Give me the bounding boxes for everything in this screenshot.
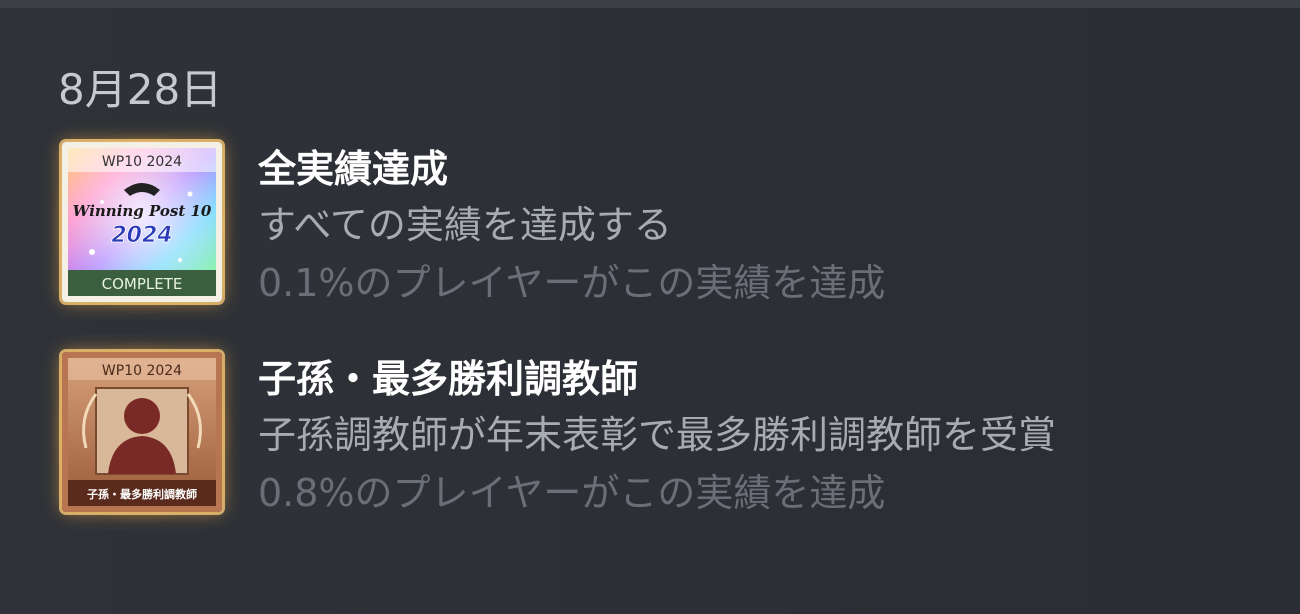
badge-year-text: 2024 bbox=[111, 223, 172, 248]
achievement-unlock-rate: 0.1%のプレイヤーがこの実績を達成 bbox=[258, 261, 886, 305]
achievement-description: 子孫調教師が年末表彰で最多勝利調教師を受賞 bbox=[258, 413, 1057, 457]
badge-logo-text: Winning Post 10 bbox=[73, 202, 212, 220]
achievement-unlock-rate: 0.8%のプレイヤーがこの実績を達成 bbox=[258, 471, 886, 515]
badge-top-text: WP10 2024 bbox=[102, 363, 182, 379]
complete-badge-icon: WP10 2024 Winning Post 10 2024 COMPLETE bbox=[62, 142, 222, 302]
badge-bottom-text: COMPLETE bbox=[102, 275, 183, 293]
achievement-panel: 8月28日 WP10 2024 Winning Post 10 2024 COM… bbox=[0, 8, 1300, 614]
badge-top-text: WP10 2024 bbox=[102, 154, 182, 170]
trainer-award-badge-icon: WP10 2024 子孫・最多勝利調教師 bbox=[62, 352, 222, 512]
achievement-description: すべての実績を達成する bbox=[258, 203, 672, 247]
achievement-title: 子孫・最多勝利調教師 bbox=[258, 357, 639, 401]
achievement-row[interactable]: WP10 2024 Winning Post 10 2024 COMPLETE … bbox=[52, 132, 1258, 314]
unlock-date-heading: 8月28日 bbox=[58, 65, 223, 114]
achievement-title: 全実績達成 bbox=[258, 147, 449, 191]
achievement-icon-frame: WP10 2024 Winning Post 10 2024 COMPLETE bbox=[52, 132, 232, 314]
top-bar bbox=[0, 0, 1300, 8]
achievement-row[interactable]: WP10 2024 子孫・最多勝利調教師 子孫・最多勝利調教師 子孫調教師が年末… bbox=[52, 342, 1258, 524]
achievement-icon-frame: WP10 2024 子孫・最多勝利調教師 bbox=[52, 342, 232, 524]
badge-bottom-text: 子孫・最多勝利調教師 bbox=[87, 487, 197, 501]
